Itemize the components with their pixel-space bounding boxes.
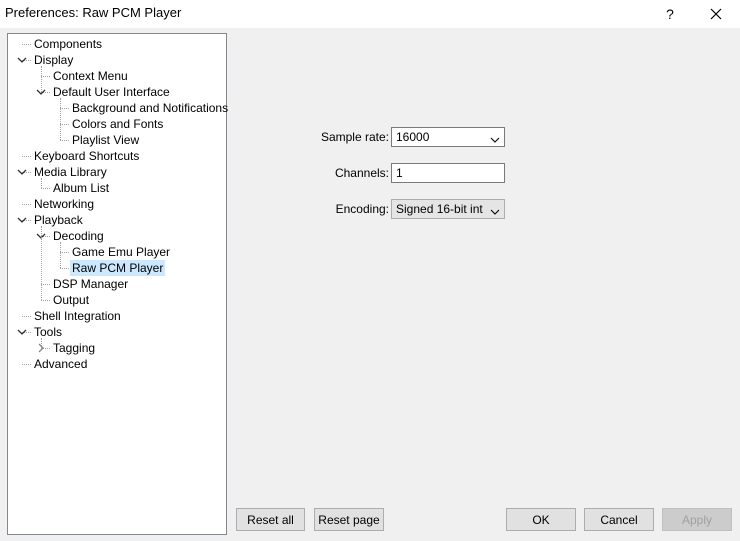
tree-item[interactable]: DSP Manager: [51, 276, 130, 292]
tree-item-label: Colors and Fonts: [72, 117, 164, 131]
tree-item[interactable]: Components: [32, 36, 104, 52]
tree-guide: [60, 108, 69, 109]
tree-item[interactable]: Tagging: [51, 340, 97, 356]
tree-item-label: Game Emu Player: [72, 245, 171, 259]
tree-item-label: Networking: [34, 197, 95, 211]
tree-item-label: Album List: [53, 181, 110, 195]
encoding-value: Signed 16-bit int: [396, 202, 483, 216]
channels-value: 1: [396, 166, 403, 180]
tree-guide: [41, 76, 50, 77]
tree-item[interactable]: Tools: [32, 324, 64, 340]
chevron-down-icon[interactable]: [16, 326, 28, 338]
tree-item-label: Keyboard Shortcuts: [34, 149, 140, 163]
channels-label: Channels:: [334, 166, 389, 180]
tree-item-label: Media Library: [34, 165, 107, 179]
tree-guide: [41, 338, 42, 348]
chevron-down-icon: [490, 133, 500, 147]
tree-item-label: DSP Manager: [53, 277, 129, 291]
tree-item-label: Tagging: [53, 341, 96, 355]
chevron-down-icon[interactable]: [16, 214, 28, 226]
tree-item-label: Playback: [34, 213, 83, 227]
tree-guide: [60, 140, 69, 141]
tree-item[interactable]: Networking: [32, 196, 96, 212]
tree-guide: [41, 188, 50, 189]
preferences-window: Preferences: Raw PCM Player ? Components…: [0, 0, 740, 541]
tree-item[interactable]: Playback: [32, 212, 85, 228]
tree-item[interactable]: Background and Notifications: [70, 100, 230, 116]
tree-item-label: Default User Interface: [53, 85, 170, 99]
tree-item[interactable]: Album List: [51, 180, 111, 196]
tree-guide: [22, 44, 31, 45]
reset-all-button[interactable]: Reset all: [236, 508, 305, 531]
tree-guide: [60, 252, 69, 253]
tree-item-label: Tools: [34, 325, 63, 339]
tree-item[interactable]: Context Menu: [51, 68, 130, 84]
sample-rate-value: 16000: [396, 130, 430, 144]
tree-item-label: Shell Integration: [34, 309, 121, 323]
help-button[interactable]: ?: [648, 0, 692, 28]
chevron-down-icon[interactable]: [16, 166, 28, 178]
window-title: Preferences: Raw PCM Player: [5, 5, 182, 20]
tree-item[interactable]: Game Emu Player: [70, 244, 172, 260]
tree-item[interactable]: Raw PCM Player: [70, 260, 166, 276]
ok-button[interactable]: OK: [506, 508, 576, 531]
tree-item-label: Raw PCM Player: [70, 260, 166, 276]
tree-guide: [60, 124, 69, 125]
tree-item[interactable]: Media Library: [32, 164, 109, 180]
tree-item-label: Context Menu: [53, 69, 128, 83]
encoding-label: Encoding:: [335, 202, 389, 216]
tree-guide: [41, 226, 42, 300]
tree-item[interactable]: Colors and Fonts: [70, 116, 165, 132]
apply-button[interactable]: Apply: [662, 508, 732, 531]
chevron-down-icon: [490, 205, 500, 219]
tree-guide: [60, 268, 69, 269]
encoding-combo[interactable]: Signed 16-bit int: [391, 199, 505, 219]
tree-guide: [22, 204, 31, 205]
tree-guide: [60, 242, 61, 268]
tree-guide: [22, 156, 31, 157]
tree-item-label: Output: [53, 293, 90, 307]
cancel-button[interactable]: Cancel: [584, 508, 654, 531]
sample-rate-combo[interactable]: 16000: [391, 127, 505, 147]
tree-guide: [60, 98, 61, 140]
tree-guide: [41, 66, 42, 92]
help-icon: ?: [666, 6, 674, 22]
tree-item[interactable]: Display: [32, 52, 75, 68]
tree-item-label: Playlist View: [72, 133, 140, 147]
tree-item[interactable]: Keyboard Shortcuts: [32, 148, 141, 164]
close-icon: [710, 8, 722, 20]
tree-item-label: Advanced: [34, 357, 88, 371]
tree-item-label: Background and Notifications: [72, 101, 229, 115]
tree-guide: [41, 300, 50, 301]
tree-item-label: Components: [34, 37, 103, 51]
chevron-down-icon[interactable]: [16, 54, 28, 66]
tree-item[interactable]: Advanced: [32, 356, 89, 372]
tree-item-label: Display: [34, 53, 74, 67]
reset-page-button[interactable]: Reset page: [314, 508, 384, 531]
tree-guide: [22, 364, 31, 365]
tree-item[interactable]: Output: [51, 292, 91, 308]
tree-guide: [22, 316, 31, 317]
close-button[interactable]: [694, 0, 738, 28]
tree-item[interactable]: Playlist View: [70, 132, 141, 148]
tree-guide: [41, 284, 50, 285]
preferences-tree[interactable]: Components Display Context Menu Default Use…: [7, 33, 230, 535]
tree-item[interactable]: Shell Integration: [32, 308, 123, 324]
tree-item[interactable]: Default User Interface: [51, 84, 172, 100]
tree-guide: [41, 178, 42, 188]
title-bar: Preferences: Raw PCM Player ?: [0, 0, 740, 28]
channels-field[interactable]: 1: [391, 163, 505, 183]
sample-rate-label: Sample rate:: [320, 130, 389, 144]
